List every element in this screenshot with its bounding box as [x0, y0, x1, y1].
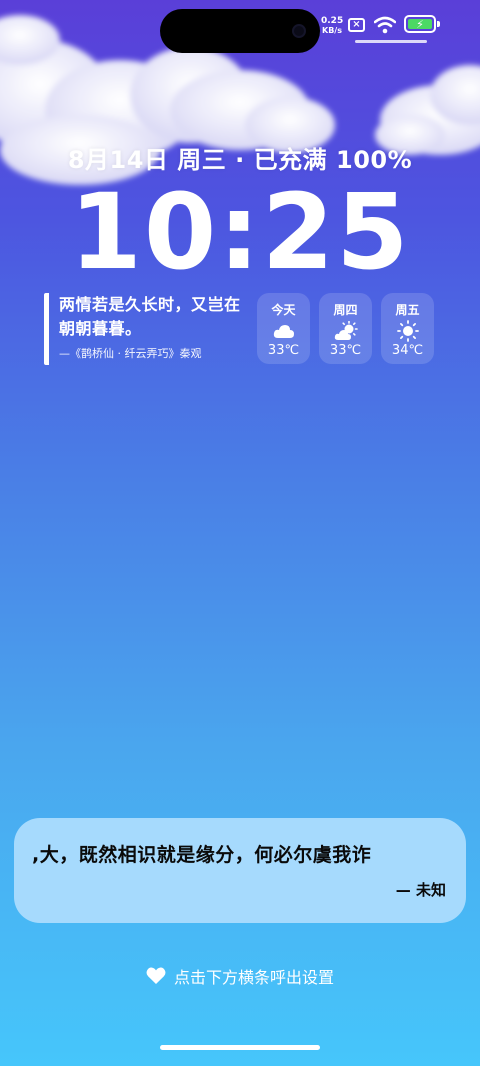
no-sim-icon: × [348, 18, 365, 32]
network-speed-unit: KB/s [322, 26, 342, 35]
network-speed-value: 0.25 [321, 16, 344, 26]
forecast-day-friday: 周五 34℃ [381, 293, 434, 364]
date-battery-line: 8月14日 周三 · 已充满 100% [67, 146, 413, 174]
forecast-temp: 33℃ [329, 343, 362, 358]
heart-icon [146, 967, 166, 984]
control-center-handle[interactable] [355, 40, 427, 43]
sun-icon [381, 320, 434, 342]
forecast-day-name: 周五 [395, 303, 420, 317]
battery-cap [437, 21, 440, 27]
partly-sunny-icon [319, 320, 372, 342]
forecast-day-today: 今天 33℃ [257, 293, 310, 364]
poem-widget[interactable]: 两情若是久长时，又岂在朝朝暮暮。 —《鹊桥仙 · 纤云弄巧》秦观 [44, 293, 244, 365]
forecast-temp: 33℃ [267, 343, 300, 358]
settings-hint: 点击下方横条呼出设置 [0, 964, 480, 988]
settings-hint-label: 点击下方横条呼出设置 [173, 968, 334, 987]
cloud-icon [257, 320, 310, 342]
battery-charging-icon: ⚡ [404, 15, 436, 33]
quote-author: — 未知 [395, 881, 446, 899]
forecast-day-name: 今天 [271, 303, 296, 317]
forecast-day-name: 周四 [333, 303, 358, 317]
quote-text: ,大，既然相识就是缘分，何必尔虞我诈 [32, 844, 372, 866]
forecast-temp: 34℃ [391, 343, 424, 358]
status-bar: 0.25 KB/s × ⚡ [0, 0, 480, 60]
battery-level: ⚡ [408, 18, 432, 31]
front-camera [292, 24, 306, 38]
wifi-icon [374, 16, 396, 34]
poem-text: 两情若是久长时，又岂在朝朝暮暮。 [59, 295, 241, 338]
quote-card[interactable]: ,大，既然相识就是缘分，何必尔虞我诈 — 未知 [14, 818, 466, 923]
home-indicator-bar[interactable] [160, 1045, 320, 1050]
weather-forecast-widget[interactable]: 今天 33℃ 周四 33℃ 周五 34℃ [257, 293, 434, 364]
lockscreen-clock[interactable]: 10:25 [0, 172, 480, 292]
poem-source: —《鹊桥仙 · 纤云弄巧》秦观 [59, 347, 202, 360]
network-speed: 0.25 KB/s [321, 16, 344, 36]
forecast-day-thursday: 周四 33℃ [319, 293, 372, 364]
